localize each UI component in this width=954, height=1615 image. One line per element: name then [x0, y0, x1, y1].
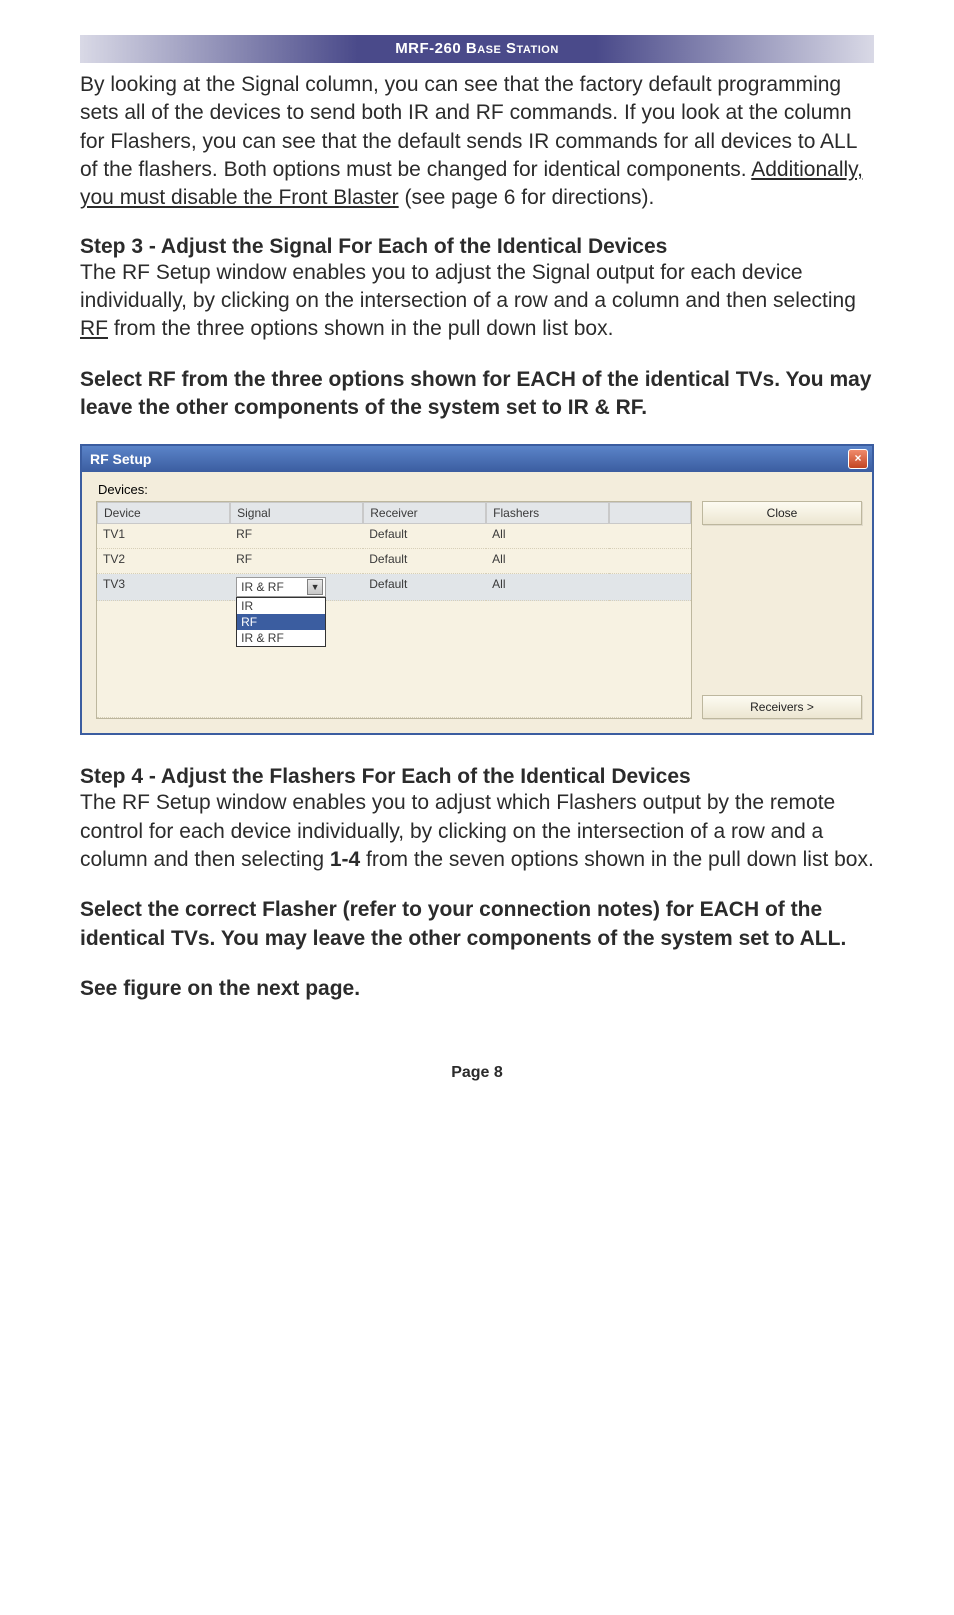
step3-body: The RF Setup window enables you to adjus… [80, 259, 874, 344]
col-flashers[interactable]: Flashers [486, 502, 609, 524]
cell-receiver[interactable]: Default [363, 574, 486, 601]
cell-blank [609, 524, 691, 549]
intro-text-after: (see page 6 for directions). [399, 186, 655, 209]
rf-window-title: RF Setup [90, 451, 151, 467]
col-receiver[interactable]: Receiver [363, 502, 486, 524]
col-signal[interactable]: Signal [230, 502, 363, 524]
cell-signal-dropdown[interactable]: IR & RF ▼ IR RF IR & RF [230, 574, 363, 601]
cell-flashers[interactable]: All [486, 574, 609, 601]
rf-titlebar: RF Setup × [82, 446, 872, 472]
rf-setup-window: RF Setup × Devices: Device Signal Receiv… [80, 444, 874, 735]
step4-body: The RF Setup window enables you to adjus… [80, 789, 874, 874]
signal-dropdown-value: IR & RF [241, 580, 284, 594]
cell-blank [609, 574, 691, 601]
close-icon[interactable]: × [848, 449, 868, 469]
see-next-page: See figure on the next page. [80, 975, 874, 1003]
cell-receiver[interactable]: Default [363, 549, 486, 574]
cell-signal[interactable]: RF [230, 549, 363, 574]
step4-title: Step 4 - Adjust the Flashers For Each of… [80, 765, 874, 789]
devices-grid: Device Signal Receiver Flashers TV1 RF D… [96, 501, 692, 719]
intro-paragraph: By looking at the Signal column, you can… [80, 71, 874, 213]
section-header: MRF-260 Base Station [80, 35, 874, 63]
cell-blank [609, 549, 691, 574]
dropdown-option-ir[interactable]: IR [237, 598, 325, 614]
cell-device[interactable]: TV3 [97, 574, 230, 601]
step3-title: Step 3 - Adjust the Signal For Each of t… [80, 235, 874, 259]
cell-flashers[interactable]: All [486, 549, 609, 574]
signal-dropdown-list: IR RF IR & RF [236, 597, 326, 647]
page-number: Page 8 [80, 1064, 874, 1082]
signal-dropdown-box[interactable]: IR & RF ▼ [236, 577, 326, 597]
cell-flashers[interactable]: All [486, 524, 609, 549]
cell-device[interactable]: TV1 [97, 524, 230, 549]
step3-body-before: The RF Setup window enables you to adjus… [80, 261, 856, 312]
empty-rows [97, 601, 691, 718]
chevron-down-icon[interactable]: ▼ [307, 579, 323, 595]
dropdown-option-irrf[interactable]: IR & RF [237, 630, 325, 646]
col-device[interactable]: Device [97, 502, 230, 524]
receivers-button[interactable]: Receivers > [702, 695, 862, 719]
cell-device[interactable]: TV2 [97, 549, 230, 574]
cell-receiver[interactable]: Default [363, 524, 486, 549]
step4-body-bold: 1-4 [330, 848, 360, 871]
cell-signal[interactable]: RF [230, 524, 363, 549]
step4-body-after: from the seven options shown in the pull… [360, 848, 874, 871]
col-blank [609, 502, 691, 524]
step4-callout: Select the correct Flasher (refer to you… [80, 896, 874, 953]
step3-callout: Select RF from the three options shown f… [80, 366, 874, 423]
close-button[interactable]: Close [702, 501, 862, 525]
step3-body-after: from the three options shown in the pull… [108, 317, 613, 340]
dropdown-option-rf[interactable]: RF [237, 614, 325, 630]
intro-text-before: By looking at the Signal column, you can… [80, 73, 857, 181]
devices-label: Devices: [98, 482, 862, 497]
step3-body-underlined: RF [80, 317, 108, 340]
